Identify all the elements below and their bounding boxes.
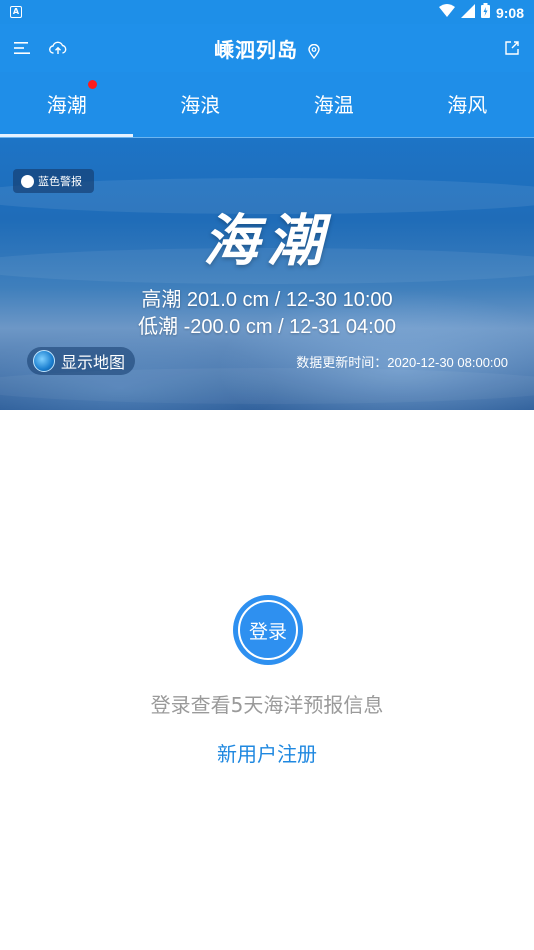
tide-banner: 蓝色警报 海潮 高潮 201.0 cm / 12-30 10:00 低潮 -20… (0, 138, 534, 410)
notification-dot (88, 80, 97, 89)
globe-icon (33, 350, 55, 372)
high-tide-info: 高潮 201.0 cm / 12-30 10:00 (141, 289, 393, 311)
show-map-button[interactable]: 显示地图 (27, 347, 136, 375)
login-button-label: 登录 (238, 600, 298, 660)
location-pin-icon (308, 40, 320, 64)
location-name: 嵊泗列岛 (214, 38, 299, 62)
tab-sea-wind[interactable]: 海风 (401, 72, 534, 134)
battery-icon (480, 3, 490, 22)
status-bar: A 9:08 (0, 0, 534, 24)
signal-icon (460, 3, 475, 22)
share-icon[interactable] (498, 34, 526, 62)
banner-heading: 海潮 (203, 208, 331, 274)
wifi-icon (438, 4, 455, 21)
show-map-label: 显示地图 (61, 353, 126, 372)
tab-waves[interactable]: 海浪 (134, 72, 268, 134)
app-bar: 嵊泗列岛 (0, 24, 534, 72)
register-link[interactable]: 新用户注册 (0, 738, 534, 767)
tab-tide[interactable]: 海潮 (0, 72, 134, 134)
alert-icon (21, 174, 34, 188)
tab-bar: 海潮 海浪 海温 海风 (0, 72, 534, 138)
data-update-time: 数据更新时间：2020-12-30 08:00:00 (296, 355, 508, 370)
low-tide-info: 低潮 -200.0 cm / 12-31 04:00 (138, 316, 396, 338)
tab-label: 海风 (447, 92, 488, 117)
tab-label: 海浪 (180, 92, 221, 117)
login-hint: 登录查看5天海洋预报信息 (150, 693, 384, 717)
page-title[interactable]: 嵊泗列岛 (0, 34, 534, 64)
app-indicator-icon: A (10, 6, 22, 18)
tab-sea-temperature[interactable]: 海温 (267, 72, 401, 134)
login-button[interactable]: 登录 (233, 595, 303, 665)
alert-label: 蓝色警报 (38, 175, 82, 188)
tab-label: 海温 (313, 92, 354, 117)
tab-label: 海潮 (46, 92, 87, 117)
alert-badge[interactable]: 蓝色警报 (13, 169, 94, 193)
clock-time: 9:08 (495, 4, 524, 21)
